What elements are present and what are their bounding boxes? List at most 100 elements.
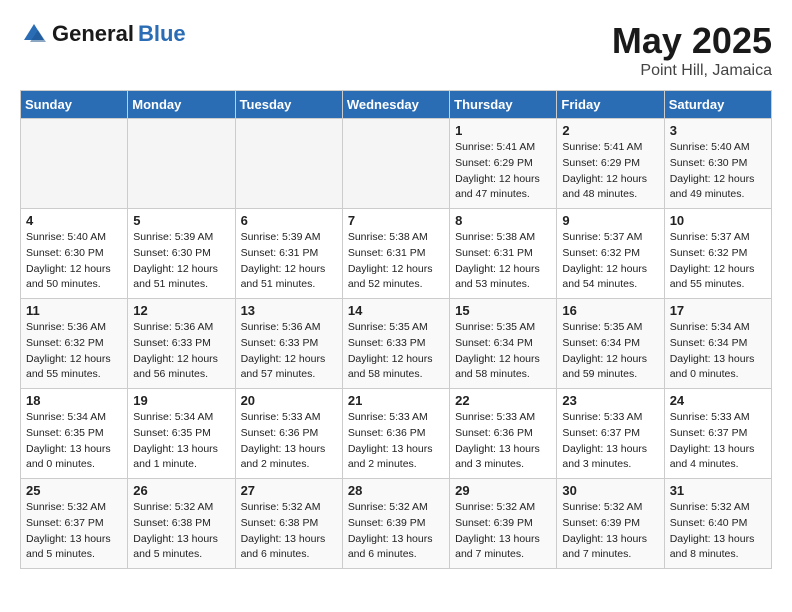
- day-number: 8: [455, 213, 551, 228]
- header-wednesday: Wednesday: [342, 91, 449, 119]
- day-info: Sunrise: 5:33 AMSunset: 6:36 PMDaylight:…: [241, 410, 337, 473]
- day-info: Sunrise: 5:32 AMSunset: 6:38 PMDaylight:…: [133, 500, 229, 563]
- day-info: Sunrise: 5:33 AMSunset: 6:36 PMDaylight:…: [455, 410, 551, 473]
- week-row-1: 1 Sunrise: 5:41 AMSunset: 6:29 PMDaylight…: [21, 119, 772, 209]
- logo-general: General: [52, 21, 134, 47]
- table-row: 26 Sunrise: 5:32 AMSunset: 6:38 PMDayligh…: [128, 479, 235, 569]
- day-number: 2: [562, 123, 658, 138]
- table-row: 9Sunrise: 5:37 AMSunset: 6:32 PMDaylight…: [557, 209, 664, 299]
- weekday-header-row: Sunday Monday Tuesday Wednesday Thursday…: [21, 91, 772, 119]
- day-info: Sunrise: 5:32 AMSunset: 6:39 PMDaylight:…: [348, 500, 444, 563]
- table-row: 22 Sunrise: 5:33 AMSunset: 6:36 PMDayligh…: [450, 389, 557, 479]
- table-row: 6Sunrise: 5:39 AMSunset: 6:31 PMDaylight…: [235, 209, 342, 299]
- table-row: 19 Sunrise: 5:34 AMSunset: 6:35 PMDayligh…: [128, 389, 235, 479]
- day-number: 10: [670, 213, 766, 228]
- day-info: Sunrise: 5:37 AMSunset: 6:32 PMDaylight:…: [562, 230, 658, 293]
- table-row: [21, 119, 128, 209]
- day-info: Sunrise: 5:40 AMSunset: 6:30 PMDaylight:…: [670, 140, 766, 203]
- day-info: Sunrise: 5:36 AMSunset: 6:32 PMDaylight:…: [26, 320, 122, 383]
- day-number: 18: [26, 393, 122, 408]
- day-number: 6: [241, 213, 337, 228]
- table-row: 7Sunrise: 5:38 AMSunset: 6:31 PMDaylight…: [342, 209, 449, 299]
- table-row: [342, 119, 449, 209]
- day-info: Sunrise: 5:40 AMSunset: 6:30 PMDaylight:…: [26, 230, 122, 293]
- day-info: Sunrise: 5:33 AMSunset: 6:37 PMDaylight:…: [670, 410, 766, 473]
- day-number: 31: [670, 483, 766, 498]
- header-monday: Monday: [128, 91, 235, 119]
- day-number: 17: [670, 303, 766, 318]
- day-number: 3: [670, 123, 766, 138]
- day-number: 14: [348, 303, 444, 318]
- day-number: 23: [562, 393, 658, 408]
- table-row: 10 Sunrise: 5:37 AMSunset: 6:32 PMDayligh…: [664, 209, 771, 299]
- table-row: 21 Sunrise: 5:33 AMSunset: 6:36 PMDayligh…: [342, 389, 449, 479]
- week-row-2: 4 Sunrise: 5:40 AMSunset: 6:30 PMDaylight…: [21, 209, 772, 299]
- day-info: Sunrise: 5:39 AMSunset: 6:30 PMDaylight:…: [133, 230, 229, 293]
- day-info: Sunrise: 5:32 AMSunset: 6:37 PMDaylight:…: [26, 500, 122, 563]
- table-row: 13 Sunrise: 5:36 AMSunset: 6:33 PMDayligh…: [235, 299, 342, 389]
- table-row: 25 Sunrise: 5:32 AMSunset: 6:37 PMDayligh…: [21, 479, 128, 569]
- table-row: 2 Sunrise: 5:41 AMSunset: 6:29 PMDaylight…: [557, 119, 664, 209]
- table-row: 12Sunrise: 5:36 AMSunset: 6:33 PMDayligh…: [128, 299, 235, 389]
- logo: GeneralBlue: [20, 20, 186, 48]
- day-info: Sunrise: 5:34 AMSunset: 6:35 PMDaylight:…: [133, 410, 229, 473]
- day-number: 30: [562, 483, 658, 498]
- day-number: 24: [670, 393, 766, 408]
- day-info: Sunrise: 5:37 AMSunset: 6:32 PMDaylight:…: [670, 230, 766, 293]
- table-row: 18 Sunrise: 5:34 AMSunset: 6:35 PMDayligh…: [21, 389, 128, 479]
- header-friday: Friday: [557, 91, 664, 119]
- day-number: 4: [26, 213, 122, 228]
- day-number: 13: [241, 303, 337, 318]
- table-row: 3 Sunrise: 5:40 AMSunset: 6:30 PMDaylight…: [664, 119, 771, 209]
- day-info: Sunrise: 5:32 AMSunset: 6:39 PMDaylight:…: [455, 500, 551, 563]
- day-number: 26: [133, 483, 229, 498]
- day-info: Sunrise: 5:33 AMSunset: 6:36 PMDaylight:…: [348, 410, 444, 473]
- day-number: 5: [133, 213, 229, 228]
- table-row: 23 Sunrise: 5:33 AMSunset: 6:37 PMDayligh…: [557, 389, 664, 479]
- day-number: 22: [455, 393, 551, 408]
- day-info: Sunrise: 5:34 AMSunset: 6:34 PMDaylight:…: [670, 320, 766, 383]
- day-number: 25: [26, 483, 122, 498]
- table-row: 30 Sunrise: 5:32 AMSunset: 6:39 PMDayligh…: [557, 479, 664, 569]
- day-number: 29: [455, 483, 551, 498]
- logo-blue: Blue: [138, 21, 186, 47]
- header-tuesday: Tuesday: [235, 91, 342, 119]
- day-number: 11: [26, 303, 122, 318]
- table-row: 11 Sunrise: 5:36 AMSunset: 6:32 PMDayligh…: [21, 299, 128, 389]
- header-sunday: Sunday: [21, 91, 128, 119]
- day-number: 21: [348, 393, 444, 408]
- day-info: Sunrise: 5:36 AMSunset: 6:33 PMDaylight:…: [241, 320, 337, 383]
- day-info: Sunrise: 5:32 AMSunset: 6:39 PMDaylight:…: [562, 500, 658, 563]
- table-row: 31 Sunrise: 5:32 AMSunset: 6:40 PMDayligh…: [664, 479, 771, 569]
- week-row-4: 18 Sunrise: 5:34 AMSunset: 6:35 PMDayligh…: [21, 389, 772, 479]
- table-row: [128, 119, 235, 209]
- logo-icon: [20, 20, 48, 48]
- day-info: Sunrise: 5:32 AMSunset: 6:40 PMDaylight:…: [670, 500, 766, 563]
- header-thursday: Thursday: [450, 91, 557, 119]
- page-header: GeneralBlue May 2025 Point Hill, Jamaica: [20, 20, 772, 80]
- day-info: Sunrise: 5:41 AMSunset: 6:29 PMDaylight:…: [562, 140, 658, 203]
- table-row: 20 Sunrise: 5:33 AMSunset: 6:36 PMDayligh…: [235, 389, 342, 479]
- day-info: Sunrise: 5:41 AMSunset: 6:29 PMDaylight:…: [455, 140, 551, 203]
- table-row: 28Sunrise: 5:32 AMSunset: 6:39 PMDayligh…: [342, 479, 449, 569]
- day-number: 1: [455, 123, 551, 138]
- day-info: Sunrise: 5:33 AMSunset: 6:37 PMDaylight:…: [562, 410, 658, 473]
- table-row: 27 Sunrise: 5:32 AMSunset: 6:38 PMDayligh…: [235, 479, 342, 569]
- day-info: Sunrise: 5:38 AMSunset: 6:31 PMDaylight:…: [455, 230, 551, 293]
- day-number: 7: [348, 213, 444, 228]
- location-title: Point Hill, Jamaica: [612, 62, 772, 80]
- day-number: 20: [241, 393, 337, 408]
- table-row: 17 Sunrise: 5:34 AMSunset: 6:34 PMDayligh…: [664, 299, 771, 389]
- day-number: 27: [241, 483, 337, 498]
- day-info: Sunrise: 5:35 AMSunset: 6:34 PMDaylight:…: [455, 320, 551, 383]
- day-number: 19: [133, 393, 229, 408]
- table-row: 4 Sunrise: 5:40 AMSunset: 6:30 PMDaylight…: [21, 209, 128, 299]
- week-row-3: 11 Sunrise: 5:36 AMSunset: 6:32 PMDayligh…: [21, 299, 772, 389]
- day-info: Sunrise: 5:32 AMSunset: 6:38 PMDaylight:…: [241, 500, 337, 563]
- day-info: Sunrise: 5:34 AMSunset: 6:35 PMDaylight:…: [26, 410, 122, 473]
- title-block: May 2025 Point Hill, Jamaica: [612, 20, 772, 80]
- table-row: 1 Sunrise: 5:41 AMSunset: 6:29 PMDaylight…: [450, 119, 557, 209]
- table-row: [235, 119, 342, 209]
- day-number: 12: [133, 303, 229, 318]
- header-saturday: Saturday: [664, 91, 771, 119]
